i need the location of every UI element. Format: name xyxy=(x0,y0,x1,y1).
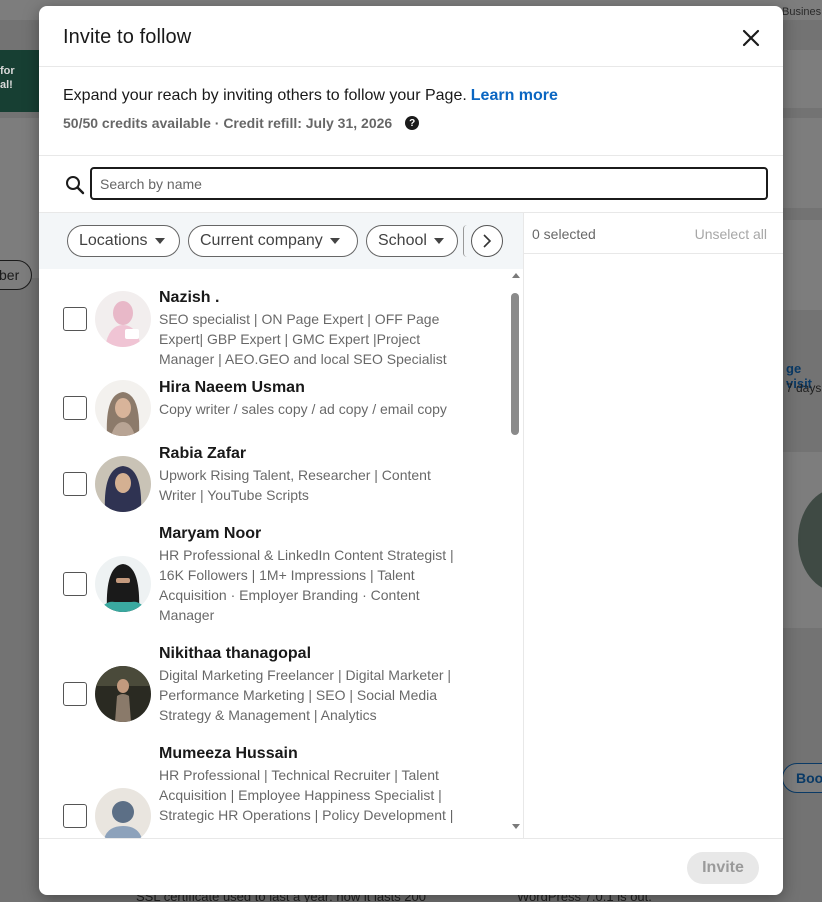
intro-description-text: Expand your reach by inviting others to … xyxy=(63,87,467,104)
search-input[interactable] xyxy=(90,167,768,200)
intro-description: Expand your reach by inviting others to … xyxy=(63,87,558,105)
background-card xyxy=(0,118,39,278)
person-name: Mumeeza Hussain xyxy=(159,745,298,762)
help-icon[interactable]: ? xyxy=(405,116,420,130)
avatar-image xyxy=(95,666,151,722)
background-promo-text: for al! xyxy=(0,65,15,91)
avatar-image xyxy=(95,380,151,436)
background-promo-banner: for al! xyxy=(0,50,40,112)
modal-footer: Invite xyxy=(39,838,783,895)
avatar xyxy=(95,556,151,612)
selected-header: 0 selected Unselect all xyxy=(524,213,783,254)
background-left-pill-label: ber xyxy=(0,267,20,283)
list-item[interactable]: Rabia Zafar Upwork Rising Talent, Resear… xyxy=(39,445,509,525)
avatar-image xyxy=(95,291,151,347)
background-right-pill: Boo xyxy=(782,763,822,793)
person-headline: Copy writer / sales copy / ad copy / ema… xyxy=(159,401,447,417)
filter-bar: Locations Current company School xyxy=(39,213,523,269)
people-list: Nazish . SEO specialist | ON Page Expert… xyxy=(39,269,523,838)
avatar xyxy=(95,788,151,838)
avatar-image xyxy=(95,456,151,512)
caret-down-icon xyxy=(433,238,444,244)
select-checkbox[interactable] xyxy=(63,572,87,596)
caret-down-icon xyxy=(154,238,165,244)
person-headline: SEO specialist | ON Page Expert | OFF Pa… xyxy=(159,311,447,367)
unselect-all-button[interactable]: Unselect all xyxy=(695,226,767,242)
people-list-scrollbar[interactable] xyxy=(509,269,523,838)
search-bar xyxy=(39,156,783,213)
person-name: Hira Naeem Usman xyxy=(159,379,305,396)
filter-school[interactable]: School xyxy=(366,225,458,257)
list-item[interactable]: Nikithaa thanagopal Digital Marketing Fr… xyxy=(39,645,509,745)
person-name: Rabia Zafar xyxy=(159,445,247,462)
background-left-pill: ber xyxy=(0,260,32,290)
avatar xyxy=(95,666,151,722)
list-item[interactable]: Mumeeza Hussain HR Professional | Techni… xyxy=(39,745,509,838)
modal-title: Invite to follow xyxy=(63,26,192,48)
background-card xyxy=(783,118,822,208)
select-checkbox[interactable] xyxy=(63,307,87,331)
scroll-up-icon[interactable] xyxy=(512,273,520,278)
avatar xyxy=(95,291,151,347)
modal-header: Invite to follow xyxy=(39,6,783,67)
selected-pane: 0 selected Unselect all xyxy=(524,213,783,838)
filter-overflow-edge xyxy=(463,225,467,257)
modal-intro: Expand your reach by inviting others to … xyxy=(39,67,783,156)
filter-next-button[interactable] xyxy=(471,225,503,257)
credits-info: 50/50 credits available · Credit refill:… xyxy=(63,115,420,131)
credits-text: 50/50 credits available · Credit refill:… xyxy=(63,115,393,131)
person-name: Nikithaa thanagopal xyxy=(159,645,312,662)
avatar-image xyxy=(95,556,151,612)
person-headline: Digital Marketing Freelancer | Digital M… xyxy=(159,667,452,723)
list-item[interactable]: Nazish . SEO specialist | ON Page Expert… xyxy=(39,269,509,367)
list-item[interactable]: Hira Naeem Usman Copy writer / sales cop… xyxy=(39,379,509,439)
invite-button[interactable]: Invite xyxy=(687,852,759,884)
person-headline: Upwork Rising Talent, Researcher | Conte… xyxy=(159,467,431,503)
people-pane: Locations Current company School Nazish … xyxy=(39,213,524,838)
select-checkbox[interactable] xyxy=(63,396,87,420)
chevron-right-icon xyxy=(483,234,492,248)
learn-more-link[interactable]: Learn more xyxy=(471,87,558,104)
filter-current-company-label: Current company xyxy=(200,232,323,249)
person-headline: HR Professional & LinkedIn Content Strat… xyxy=(159,547,454,623)
caret-down-icon xyxy=(329,238,340,244)
avatar xyxy=(95,456,151,512)
filter-current-company[interactable]: Current company xyxy=(188,225,358,257)
person-name: Maryam Noor xyxy=(159,525,262,542)
scroll-thumb[interactable] xyxy=(511,293,519,435)
background-card xyxy=(783,220,822,310)
avatar-placeholder-icon xyxy=(95,788,151,838)
background-card xyxy=(783,50,822,108)
scroll-down-icon[interactable] xyxy=(512,824,520,829)
person-headline: HR Professional | Technical Recruiter | … xyxy=(159,767,454,823)
invite-modal: Invite to follow Expand your reach by in… xyxy=(39,6,783,895)
avatar xyxy=(95,380,151,436)
close-icon xyxy=(742,29,760,47)
filter-school-label: School xyxy=(378,232,427,249)
select-checkbox[interactable] xyxy=(63,682,87,706)
person-name: Nazish . xyxy=(159,289,220,306)
background-right-pill-label: Boo xyxy=(796,770,822,786)
select-checkbox[interactable] xyxy=(63,804,87,828)
search-icon xyxy=(66,176,85,195)
close-button[interactable] xyxy=(735,22,767,54)
list-item[interactable]: Maryam Noor HR Professional & LinkedIn C… xyxy=(39,525,509,645)
selected-count: 0 selected xyxy=(532,226,596,242)
filter-locations[interactable]: Locations xyxy=(67,225,180,257)
select-checkbox[interactable] xyxy=(63,472,87,496)
filter-locations-label: Locations xyxy=(79,232,148,249)
background-business-label: Busines xyxy=(782,6,822,18)
background-days-text: 7 days xyxy=(786,381,822,395)
